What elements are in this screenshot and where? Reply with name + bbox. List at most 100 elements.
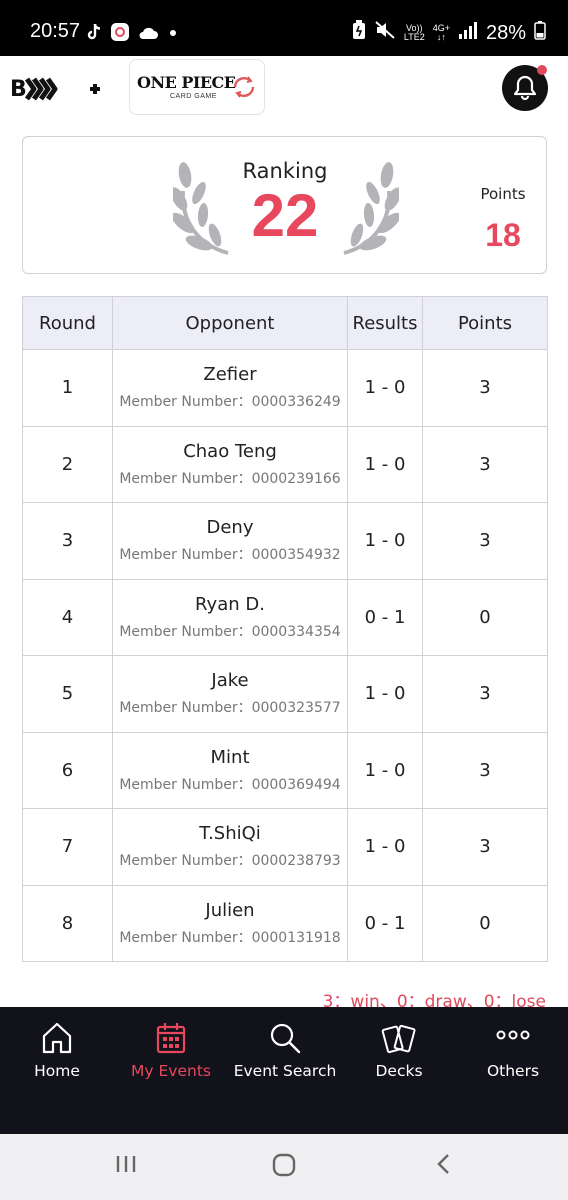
recent-apps-button[interactable] [114, 1152, 138, 1180]
result-cell: 1 - 0 [347, 731, 423, 809]
game-title: ONE PIECE [137, 73, 236, 92]
points-cell: 3 [422, 655, 548, 733]
bandai-card-games-logo[interactable]: B [10, 72, 110, 106]
status-time: 20:57 [30, 20, 81, 42]
calendar-icon [156, 1023, 186, 1054]
result-cell: 0 - 1 [347, 578, 423, 656]
ranking-label: Ranking [242, 159, 328, 183]
round-cell: 8 [22, 884, 113, 962]
points-cell: 3 [422, 425, 548, 503]
table-row: 4 Ryan D. Member Number：0000334354 0 - 1 … [22, 578, 548, 656]
points-cell: 0 [422, 578, 548, 656]
table-row: 8 Julien Member Number：0000131918 0 - 1 0 [22, 884, 548, 962]
nav-others-label: Others [486, 1062, 540, 1080]
battery-percent: 28% [485, 21, 526, 44]
battery-saver-icon [352, 20, 366, 46]
opponent-name: T.ShiQi [199, 823, 261, 845]
bottom-nav: Home My Events Event Search Decks Others [0, 1007, 568, 1134]
member-number: Member Number：0000354932 [119, 547, 341, 564]
results-table: Round Opponent Results Points 1 Zefier Me… [22, 296, 548, 962]
table-row: 7 T.ShiQi Member Number：0000238793 1 - 0 … [22, 808, 548, 886]
result-cell: 1 - 0 [347, 349, 423, 427]
nav-decks[interactable]: Decks [342, 1007, 456, 1107]
opponent-name: Deny [206, 517, 254, 539]
app-badge-icon [110, 22, 130, 46]
opponent-cell[interactable]: Zefier Member Number：0000336249 [112, 349, 348, 427]
cards-icon [381, 1024, 416, 1054]
round-cell: 1 [22, 349, 113, 427]
nav-my-events-label: My Events [131, 1062, 211, 1080]
table-row: 3 Deny Member Number：0000354932 1 - 0 3 [22, 502, 548, 580]
volte-icon: Vo)) LTE2 [403, 23, 425, 42]
member-number: Member Number：0000239166 [119, 470, 341, 487]
network-type-icon: 4G+ ↓↑ [432, 23, 450, 42]
notification-badge-dot [537, 65, 547, 75]
header-points: Points [422, 296, 548, 350]
round-cell: 6 [22, 731, 113, 809]
result-cell: 1 - 0 [347, 502, 423, 580]
points-cell: 3 [422, 731, 548, 809]
home-system-button[interactable] [271, 1152, 297, 1182]
table-row: 6 Mint Member Number：0000369494 1 - 0 3 [22, 731, 548, 809]
points-cell: 3 [422, 349, 548, 427]
member-number: Member Number：0000323577 [119, 700, 341, 717]
nav-decks-label: Decks [375, 1062, 423, 1080]
header-results: Results [347, 296, 423, 350]
result-cell: 1 - 0 [347, 808, 423, 886]
points-cell: 3 [422, 502, 548, 580]
header-round: Round [22, 296, 113, 350]
table-row: 5 Jake Member Number：0000323577 1 - 0 3 [22, 655, 548, 733]
member-number: Member Number：0000238793 [119, 853, 341, 870]
status-system-icons: Vo)) LTE2 4G+ ↓↑ 28% [352, 20, 546, 46]
points-cell: 0 [422, 884, 548, 962]
nav-event-search[interactable]: Event Search [228, 1007, 342, 1107]
svg-text:B: B [10, 77, 27, 102]
opponent-cell[interactable]: Chao Teng Member Number：0000239166 [112, 425, 348, 503]
header-opponent: Opponent [112, 296, 348, 350]
opponent-cell[interactable]: Deny Member Number：0000354932 [112, 502, 348, 580]
points-label: Points [480, 185, 526, 203]
dot-icon [166, 25, 180, 44]
nav-home[interactable]: Home [0, 1007, 114, 1107]
table-row: 2 Chao Teng Member Number：0000239166 1 - … [22, 425, 548, 503]
nav-others[interactable]: Others [456, 1007, 568, 1107]
ranking-value: 22 [251, 182, 319, 249]
signal-icon [458, 21, 478, 45]
one-piece-card-game-logo[interactable]: ONE PIECE CARD GAME [129, 59, 265, 115]
points-cell: 3 [422, 808, 548, 886]
member-number: Member Number：0000369494 [119, 776, 341, 793]
member-number: Member Number：0000131918 [119, 929, 341, 946]
round-cell: 2 [22, 425, 113, 503]
home-icon [42, 1022, 72, 1054]
system-nav-bar [0, 1134, 568, 1200]
result-cell: 1 - 0 [347, 425, 423, 503]
nav-home-label: Home [34, 1062, 80, 1080]
member-number: Member Number：0000334354 [119, 623, 341, 640]
round-cell: 3 [22, 502, 113, 580]
status-notification-icons [86, 22, 180, 46]
opponent-cell[interactable]: Jake Member Number：0000323577 [112, 655, 348, 733]
result-cell: 0 - 1 [347, 884, 423, 962]
battery-icon [534, 20, 546, 46]
opponent-cell[interactable]: T.ShiQi Member Number：0000238793 [112, 808, 348, 886]
opponent-cell[interactable]: Ryan D. Member Number：0000334354 [112, 578, 348, 656]
opponent-name: Chao Teng [183, 440, 277, 462]
status-bar: 20:57 Vo)) LTE2 4G+ ↓↑ 28% [0, 0, 568, 56]
points-value: 18 [485, 217, 521, 253]
opponent-name: Julien [205, 899, 255, 921]
result-cell: 1 - 0 [347, 655, 423, 733]
mute-icon [374, 20, 396, 46]
ranking-card: Ranking 22 Points 18 [22, 136, 547, 274]
member-number: Member Number：0000336249 [119, 394, 341, 411]
nav-my-events[interactable]: My Events [114, 1007, 228, 1107]
game-subtitle: CARD GAME [170, 93, 217, 100]
opponent-cell[interactable]: Mint Member Number：0000369494 [112, 731, 348, 809]
home-circle-icon [272, 1153, 296, 1177]
recent-apps-icon [116, 1156, 136, 1172]
back-button[interactable] [432, 1152, 456, 1180]
opponent-cell[interactable]: Julien Member Number：0000131918 [112, 884, 348, 962]
round-cell: 4 [22, 578, 113, 656]
round-cell: 5 [22, 655, 113, 733]
opponent-name: Mint [210, 746, 250, 768]
swap-icon [231, 74, 257, 104]
